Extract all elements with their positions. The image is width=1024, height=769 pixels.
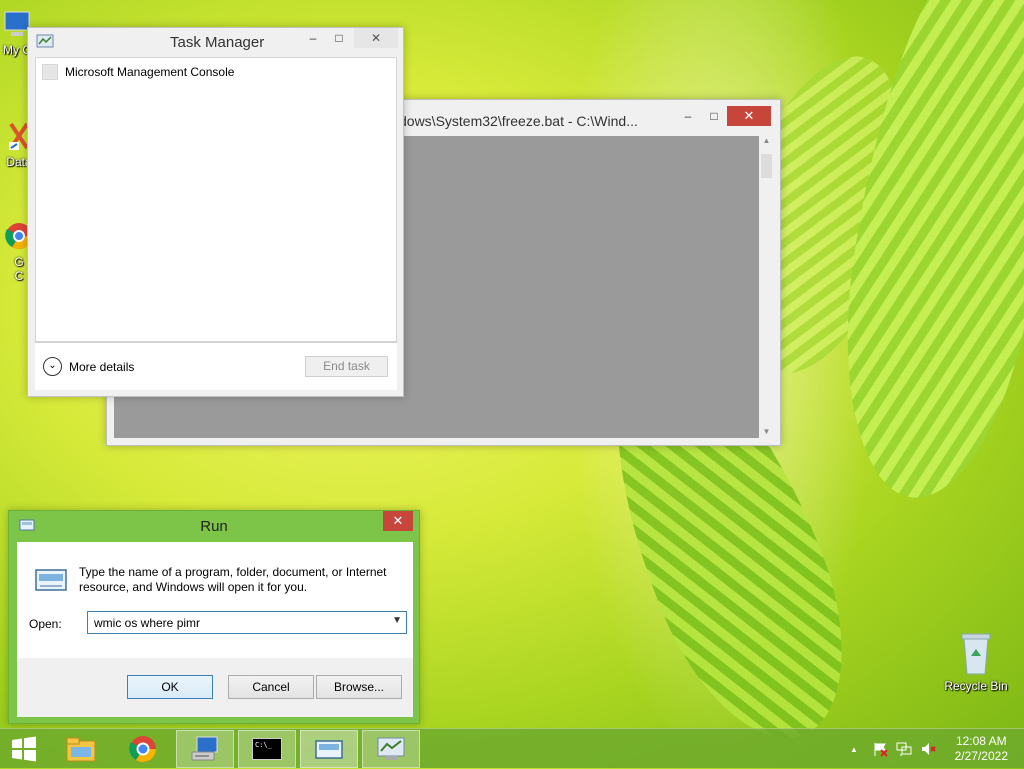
chrome-icon xyxy=(129,736,157,763)
app-icon xyxy=(42,64,58,80)
open-combobox[interactable]: wmic os where pimr ▼ xyxy=(87,611,407,634)
network-icon[interactable] xyxy=(896,741,912,757)
maximize-button[interactable]: □ xyxy=(701,106,727,126)
list-item[interactable]: Microsoft Management Console xyxy=(42,64,234,80)
clock-date: 2/27/2022 xyxy=(954,749,1008,763)
cancel-button[interactable]: Cancel xyxy=(228,675,314,699)
command-prompt-icon: C:\_ xyxy=(252,738,282,760)
maximize-button[interactable]: □ xyxy=(326,28,352,48)
file-explorer-button[interactable] xyxy=(52,730,110,768)
clock-time: 12:08 AM xyxy=(955,734,1007,748)
taskbar: C:\_ ▲ 12:08 AM 2/27/2022 xyxy=(0,728,1024,768)
more-details-button[interactable]: ⌄ More details xyxy=(43,357,134,376)
cmd-window-title: dows\System32\freeze.bat - C:\Wind... xyxy=(399,113,638,129)
minimize-button[interactable]: – xyxy=(300,28,326,48)
vertical-scrollbar[interactable]: ▲ ▼ xyxy=(759,136,774,438)
clock[interactable]: 12:08 AM 2/27/2022 xyxy=(955,734,1008,764)
task-manager-icon xyxy=(377,737,405,760)
more-details-label: More details xyxy=(69,359,135,374)
process-list[interactable]: Microsoft Management Console xyxy=(35,57,397,342)
task-manager-footer: ⌄ More details End task xyxy=(35,342,397,390)
task-manager-titlebar[interactable]: Task Manager – □ ✕ xyxy=(28,28,403,56)
run-title: Run xyxy=(200,518,228,535)
recycle-bin-icon xyxy=(958,630,994,676)
volume-muted-icon[interactable] xyxy=(920,741,936,757)
network-app-button[interactable] xyxy=(176,730,234,768)
browse-button[interactable]: Browse... xyxy=(316,675,402,699)
network-computer-icon xyxy=(191,736,218,761)
run-taskbar-button[interactable] xyxy=(300,730,358,768)
run-dialog[interactable]: Run ✕ Type the name of a program, folder… xyxy=(8,510,420,724)
end-task-button[interactable]: End task xyxy=(305,356,388,377)
close-button[interactable]: ✕ xyxy=(354,28,398,48)
action-center-flag-icon[interactable] xyxy=(872,741,888,757)
run-icon xyxy=(34,567,68,593)
run-titlebar[interactable]: Run ✕ xyxy=(9,511,419,539)
process-name: Microsoft Management Console xyxy=(65,65,235,79)
run-description: Type the name of a program, folder, docu… xyxy=(79,565,387,594)
chevron-down-icon: ⌄ xyxy=(43,357,62,376)
minimize-button[interactable]: – xyxy=(675,106,701,126)
task-manager-icon xyxy=(36,34,54,53)
chevron-down-icon[interactable]: ▼ xyxy=(392,615,402,626)
task-manager-title: Task Manager xyxy=(170,34,265,51)
run-button-bar: OK Cancel Browse... xyxy=(17,658,413,717)
scroll-up-arrow-icon[interactable]: ▲ xyxy=(759,136,774,145)
file-explorer-icon xyxy=(66,737,96,762)
desktop-icon-recycle-bin[interactable]: Recycle Bin xyxy=(940,630,1012,693)
command-prompt-button[interactable]: C:\_ xyxy=(238,730,296,768)
task-manager-window[interactable]: Task Manager – □ ✕ Microsoft Management … xyxy=(27,27,404,397)
start-button[interactable] xyxy=(0,730,48,768)
system-tray: ▲ xyxy=(850,729,936,769)
scrollbar-thumb[interactable] xyxy=(761,154,772,178)
run-body: Type the name of a program, folder, docu… xyxy=(17,542,413,658)
close-button[interactable]: ✕ xyxy=(727,106,771,126)
open-input[interactable]: wmic os where pimr xyxy=(94,616,200,630)
start-icon xyxy=(12,736,36,762)
open-label: Open: xyxy=(29,617,62,631)
task-manager-taskbar-button[interactable] xyxy=(362,730,420,768)
desktop-icon-label: G C xyxy=(14,255,24,283)
chrome-button[interactable] xyxy=(114,730,172,768)
scroll-down-arrow-icon[interactable]: ▼ xyxy=(759,427,774,436)
desktop-icon-label: Recycle Bin xyxy=(944,679,1008,693)
run-icon xyxy=(315,740,343,759)
ok-button[interactable]: OK xyxy=(127,675,213,699)
close-button[interactable]: ✕ xyxy=(383,511,413,531)
show-hidden-icons-button[interactable]: ▲ xyxy=(850,745,858,754)
